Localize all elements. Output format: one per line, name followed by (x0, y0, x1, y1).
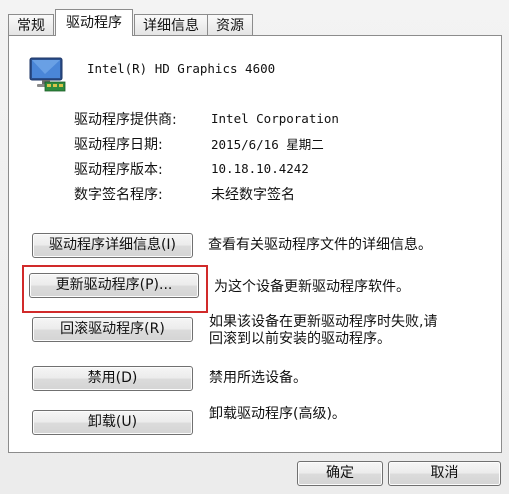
uninstall-button[interactable]: 卸载(U) (32, 410, 193, 435)
rollback-driver-button[interactable]: 回滚驱动程序(R) (32, 317, 193, 342)
update-driver-description: 为这个设备更新驱动程序软件。 (214, 279, 410, 295)
rollback-driver-description: 如果该设备在更新驱动程序时失败,请 回滚到以前安装的驱动程序。 (209, 314, 437, 348)
tab-strip: 常规 驱动程序 详细信息 资源 (8, 8, 253, 36)
property-label: 数字签名程序: (74, 186, 163, 203)
property-value: 10.18.10.4242 (211, 161, 309, 176)
property-label: 驱动程序日期: (74, 136, 163, 153)
driver-details-description: 查看有关驱动程序文件的详细信息。 (208, 237, 432, 253)
tab-details[interactable]: 详细信息 (134, 14, 208, 36)
disable-description: 禁用所选设备。 (209, 370, 307, 386)
property-row: 驱动程序版本: 10.18.10.4242 (74, 156, 339, 181)
driver-panel: Intel(R) HD Graphics 4600 驱动程序提供商: Intel… (8, 35, 502, 453)
uninstall-description: 卸载驱动程序(高级)。 (209, 406, 346, 422)
property-value: 2015/6/16 星期二 (211, 137, 324, 152)
ok-button[interactable]: 确定 (297, 461, 383, 486)
driver-details-button[interactable]: 驱动程序详细信息(I) (32, 233, 193, 258)
rollback-description-line: 如果该设备在更新驱动程序时失败,请 (209, 314, 438, 330)
tab-general[interactable]: 常规 (8, 14, 54, 36)
property-row: 驱动程序日期: 2015/6/16 星期二 (74, 131, 339, 156)
property-label: 驱动程序提供商: (74, 111, 177, 128)
device-name: Intel(R) HD Graphics 4600 (87, 61, 276, 76)
tab-driver[interactable]: 驱动程序 (55, 9, 133, 36)
disable-button[interactable]: 禁用(D) (32, 366, 193, 391)
property-row: 驱动程序提供商: Intel Corporation (74, 106, 339, 131)
display-adapter-icon (29, 57, 66, 92)
property-label: 驱动程序版本: (74, 161, 163, 178)
driver-properties-dialog: 常规 驱动程序 详细信息 资源 Intel(R) HD Graphics 460… (0, 0, 509, 494)
driver-properties: 驱动程序提供商: Intel Corporation 驱动程序日期: 2015/… (74, 106, 339, 206)
property-value: 未经数字签名 (211, 186, 295, 203)
property-row: 数字签名程序: 未经数字签名 (74, 181, 339, 206)
property-value: Intel Corporation (211, 111, 339, 126)
cancel-button[interactable]: 取消 (388, 461, 501, 486)
tab-resources[interactable]: 资源 (207, 14, 253, 36)
rollback-description-line: 回滚到以前安装的驱动程序。 (209, 331, 391, 347)
update-driver-button[interactable]: 更新驱动程序(P)... (29, 273, 199, 298)
